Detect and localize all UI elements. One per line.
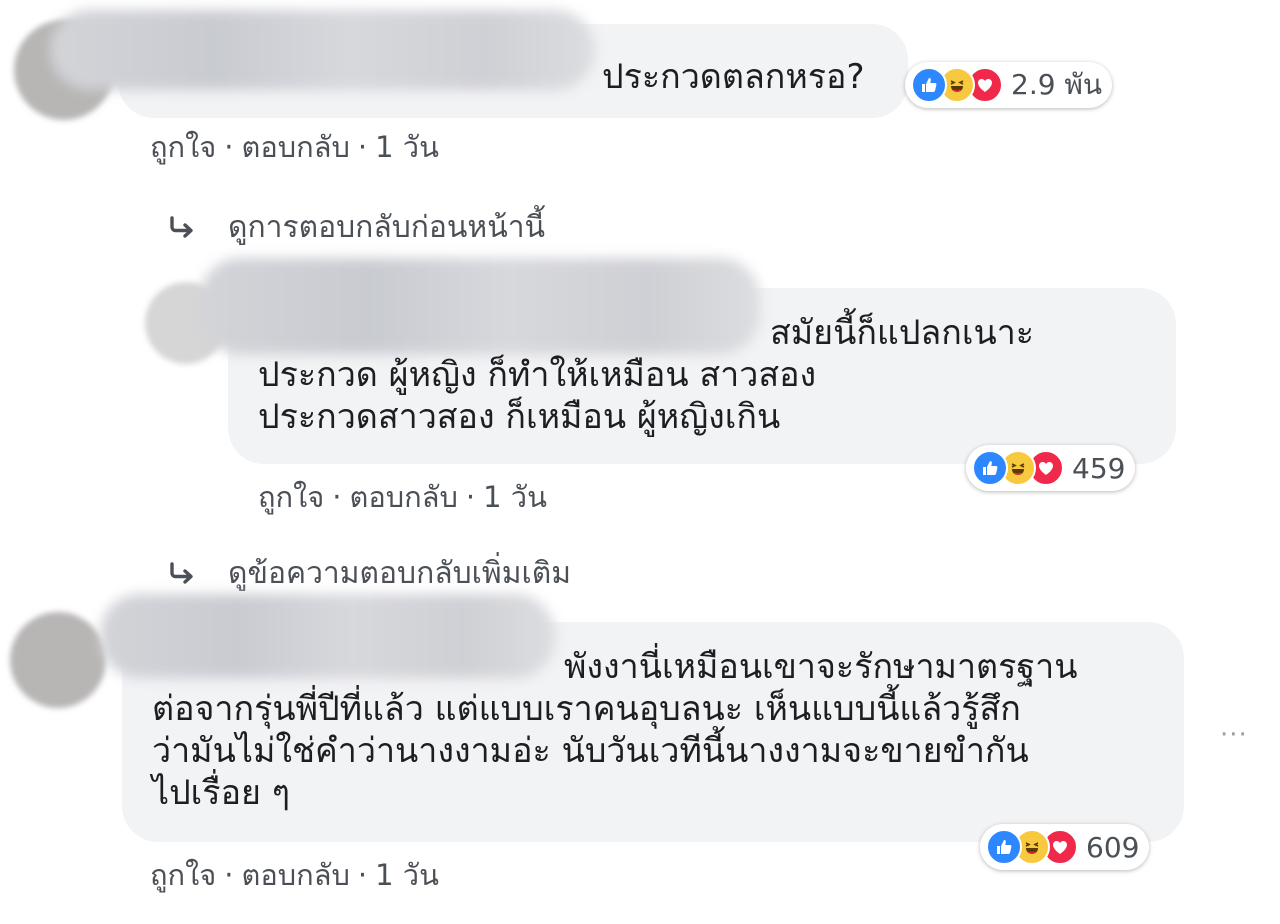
commenter-avatar[interactable]: [10, 612, 106, 708]
view-more-replies-label: ดูข้อความตอบกลับเพิ่มเติม: [228, 556, 571, 591]
reaction-summary[interactable]: 459: [966, 445, 1136, 491]
reaction-summary[interactable]: 2.9 พัน: [905, 62, 1113, 108]
reaction-count: 459: [1072, 451, 1126, 485]
timestamp-link[interactable]: 1 วัน: [483, 474, 547, 520]
separator: ·: [465, 480, 476, 514]
redacted-author-name: [50, 10, 595, 90]
comment-text: ประกวดตลกหรอ?: [602, 57, 865, 97]
reply-arrow-icon: [170, 215, 193, 238]
reply-link[interactable]: ตอบกลับ: [242, 124, 350, 170]
view-previous-replies-label: ดูการตอบกลับก่อนหน้านี้: [228, 210, 546, 245]
separator: ·: [224, 130, 234, 164]
view-previous-replies-link[interactable]: ดูการตอบกลับก่อนหน้านี้: [168, 204, 545, 251]
reaction-count: 2.9 พัน: [1011, 68, 1103, 101]
separator: ·: [224, 858, 234, 892]
reaction-summary[interactable]: 609: [980, 824, 1150, 870]
reply-link[interactable]: ตอบกลับ: [350, 474, 458, 520]
reaction-count: 609: [1086, 830, 1140, 864]
like-icon: [986, 829, 1022, 865]
like-icon: [972, 450, 1008, 486]
like-link[interactable]: ถูกใจ: [150, 852, 216, 898]
separator: ·: [332, 480, 342, 514]
comment-actions: ถูกใจ · ตอบกลับ · 1 วัน: [258, 474, 547, 520]
like-link[interactable]: ถูกใจ: [258, 474, 324, 520]
timestamp-link[interactable]: 1 วัน: [375, 852, 439, 898]
more-options-icon[interactable]: ···: [1220, 720, 1248, 750]
comment-actions: ถูกใจ · ตอบกลับ · 1 วัน: [150, 124, 439, 170]
comment-text: พังงานี่เหมือนเขาจะรักษามาตรฐาน ต่อจากรุ…: [152, 647, 1078, 813]
timestamp-link[interactable]: 1 วัน: [375, 124, 439, 170]
view-more-replies-link[interactable]: ดูข้อความตอบกลับเพิ่มเติม: [168, 550, 571, 597]
separator: ·: [357, 858, 368, 892]
reply-arrow-icon: [170, 561, 193, 584]
comment-actions: ถูกใจ · ตอบกลับ · 1 วัน: [150, 852, 439, 898]
separator: ·: [357, 130, 368, 164]
comment-text: สมัยนี้ก็แปลกเนาะ ประกวด ผู้หญิง ก็ทำให้…: [258, 313, 1035, 437]
like-icon: [911, 67, 947, 103]
like-link[interactable]: ถูกใจ: [150, 124, 216, 170]
reply-link[interactable]: ตอบกลับ: [242, 852, 350, 898]
